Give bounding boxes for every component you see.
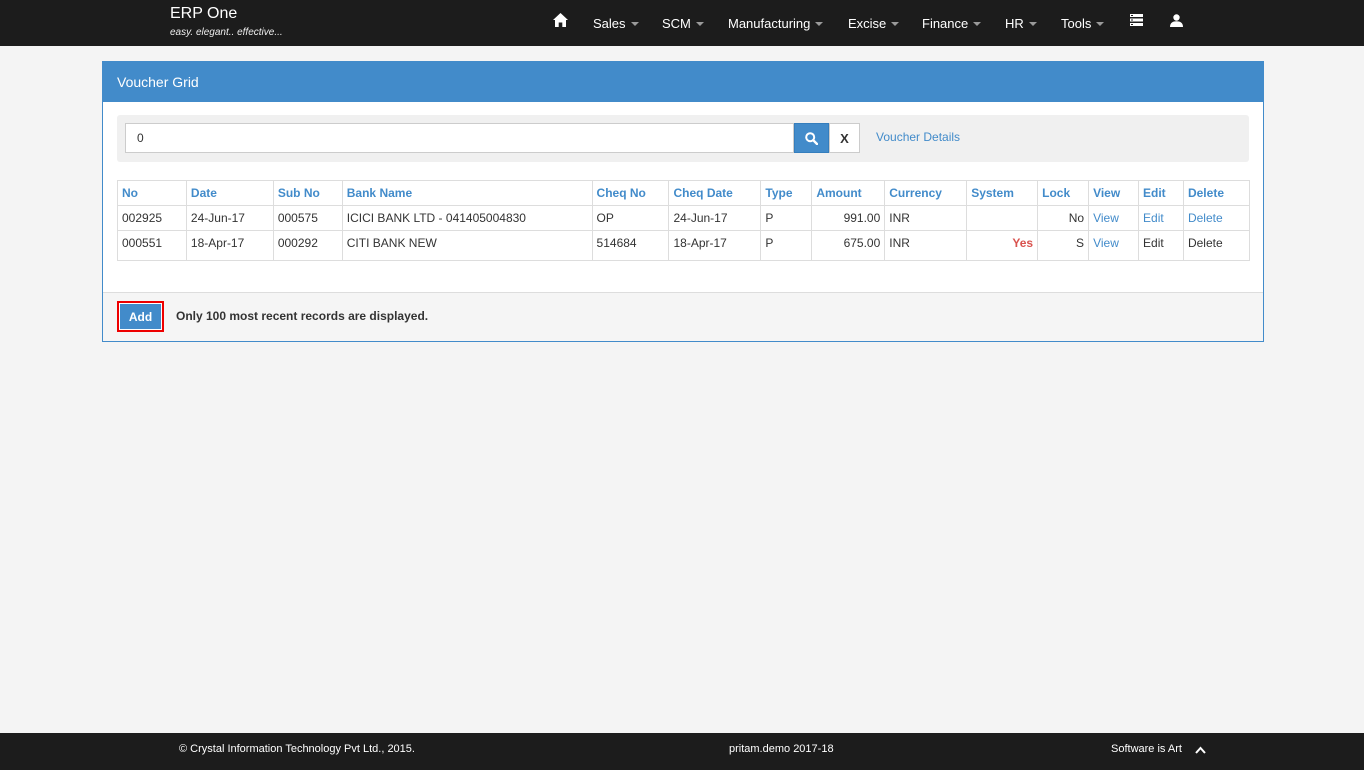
cell-type: P [760,205,813,231]
search-input[interactable]: 0 [125,123,794,153]
copyright-text: © Crystal Information Technology Pvt Ltd… [179,743,415,755]
clear-search-button[interactable]: X [829,123,860,153]
cell-amount: 675.00 [811,230,886,261]
cell-cheq-no: OP [591,205,670,231]
nav-tools-label: Tools [1061,15,1092,31]
search-button[interactable] [794,123,829,153]
chevron-down-icon [1096,22,1105,26]
cell-no: 002925 [117,205,187,231]
brand-tagline: easy. elegant.. effective... [170,27,283,38]
cell-currency: INR [884,205,968,231]
column-header-amount[interactable]: Amount [811,180,886,206]
top-navbar: ERP One easy. elegant.. effective... Sal… [0,0,1364,46]
cell-currency: INR [884,230,968,261]
chevron-up-icon[interactable] [1195,745,1206,757]
cell-system [966,205,1039,231]
column-header-delete: Delete [1182,180,1251,206]
panel-title: Voucher Grid [103,62,1263,102]
delete-link[interactable]: Delete [1182,205,1251,231]
chevron-down-icon [1028,22,1037,26]
cell-type: P [760,230,813,261]
column-header-no[interactable]: No [117,180,187,206]
search-icon [805,131,818,145]
edit-text: Edit [1138,230,1184,261]
list-icon[interactable] [1130,14,1143,29]
cell-cheq-date: 18-Apr-17 [668,230,762,261]
column-header-lock[interactable]: Lock [1037,180,1090,206]
chevron-down-icon [815,22,824,26]
nav-excise-label: Excise [848,15,887,31]
chevron-down-icon [630,22,639,26]
nav-finance[interactable]: Finance [922,0,982,46]
nav-hr-label: HR [1005,15,1024,31]
nav-tools[interactable]: Tools [1061,0,1105,46]
table-row: 002925 24-Jun-17 000575 ICICI BANK LTD -… [117,205,1251,231]
nav-excise[interactable]: Excise [848,0,900,46]
cell-bank-name: ICICI BANK LTD - 041405004830 [341,205,593,231]
voucher-grid-panel: Voucher Grid 0 X Voucher Details No Date… [102,61,1264,342]
chevron-down-icon [695,22,704,26]
cell-amount: 991.00 [811,205,886,231]
cell-lock: S [1037,230,1090,261]
add-button[interactable]: Add [117,301,164,332]
column-header-system[interactable]: System [966,180,1039,206]
brand[interactable]: ERP One easy. elegant.. effective... [170,5,283,38]
nav-hr[interactable]: HR [1005,0,1037,46]
brand-title: ERP One [170,5,238,22]
table-row: 000551 18-Apr-17 000292 CITI BANK NEW 51… [117,230,1251,261]
edit-link[interactable]: Edit [1138,205,1184,231]
panel-footer: Add Only 100 most recent records are dis… [103,292,1263,341]
column-header-edit: Edit [1138,180,1184,206]
cell-sub-no: 000292 [272,230,343,261]
column-header-sub-no[interactable]: Sub No [272,180,343,206]
bottom-bar: © Crystal Information Technology Pvt Ltd… [0,733,1364,770]
search-bar: 0 X Voucher Details [117,115,1249,162]
nav-finance-label: Finance [922,15,969,31]
cell-system: Yes [966,230,1039,261]
user-icon[interactable] [1170,14,1183,30]
column-header-date[interactable]: Date [185,180,274,206]
nav-manufacturing-label: Manufacturing [728,15,811,31]
nav-manufacturing[interactable]: Manufacturing [728,0,824,46]
cell-date: 18-Apr-17 [185,230,274,261]
home-icon[interactable] [553,13,568,30]
column-header-cheq-date[interactable]: Cheq Date [668,180,762,206]
cell-no: 000551 [117,230,187,261]
nav-scm-label: SCM [662,15,691,31]
nav-sales[interactable]: Sales [593,0,639,46]
cell-cheq-no: 514684 [591,230,670,261]
table-header-row: No Date Sub No Bank Name Cheq No Cheq Da… [117,180,1251,206]
slogan-text: Software is Art [1111,743,1182,755]
column-header-currency[interactable]: Currency [884,180,968,206]
column-header-bank-name[interactable]: Bank Name [341,180,593,206]
column-header-view: View [1088,180,1140,206]
nav-scm[interactable]: SCM [662,0,704,46]
records-note: Only 100 most recent records are display… [176,309,429,323]
cell-lock: No [1037,205,1090,231]
cell-bank-name: CITI BANK NEW [341,230,593,261]
voucher-details-link[interactable]: Voucher Details [876,130,960,144]
cell-cheq-date: 24-Jun-17 [668,205,762,231]
cell-sub-no: 000575 [272,205,343,231]
view-link[interactable]: View [1088,205,1140,231]
cell-date: 24-Jun-17 [185,205,274,231]
delete-text: Delete [1182,230,1251,261]
chevron-down-icon [891,22,900,26]
chevron-down-icon [973,22,982,26]
column-header-cheq-no[interactable]: Cheq No [591,180,670,206]
session-text: pritam.demo 2017-18 [729,743,834,755]
view-link[interactable]: View [1088,230,1140,261]
column-header-type[interactable]: Type [760,180,813,206]
voucher-table: No Date Sub No Bank Name Cheq No Cheq Da… [117,180,1251,261]
nav-sales-label: Sales [593,15,626,31]
